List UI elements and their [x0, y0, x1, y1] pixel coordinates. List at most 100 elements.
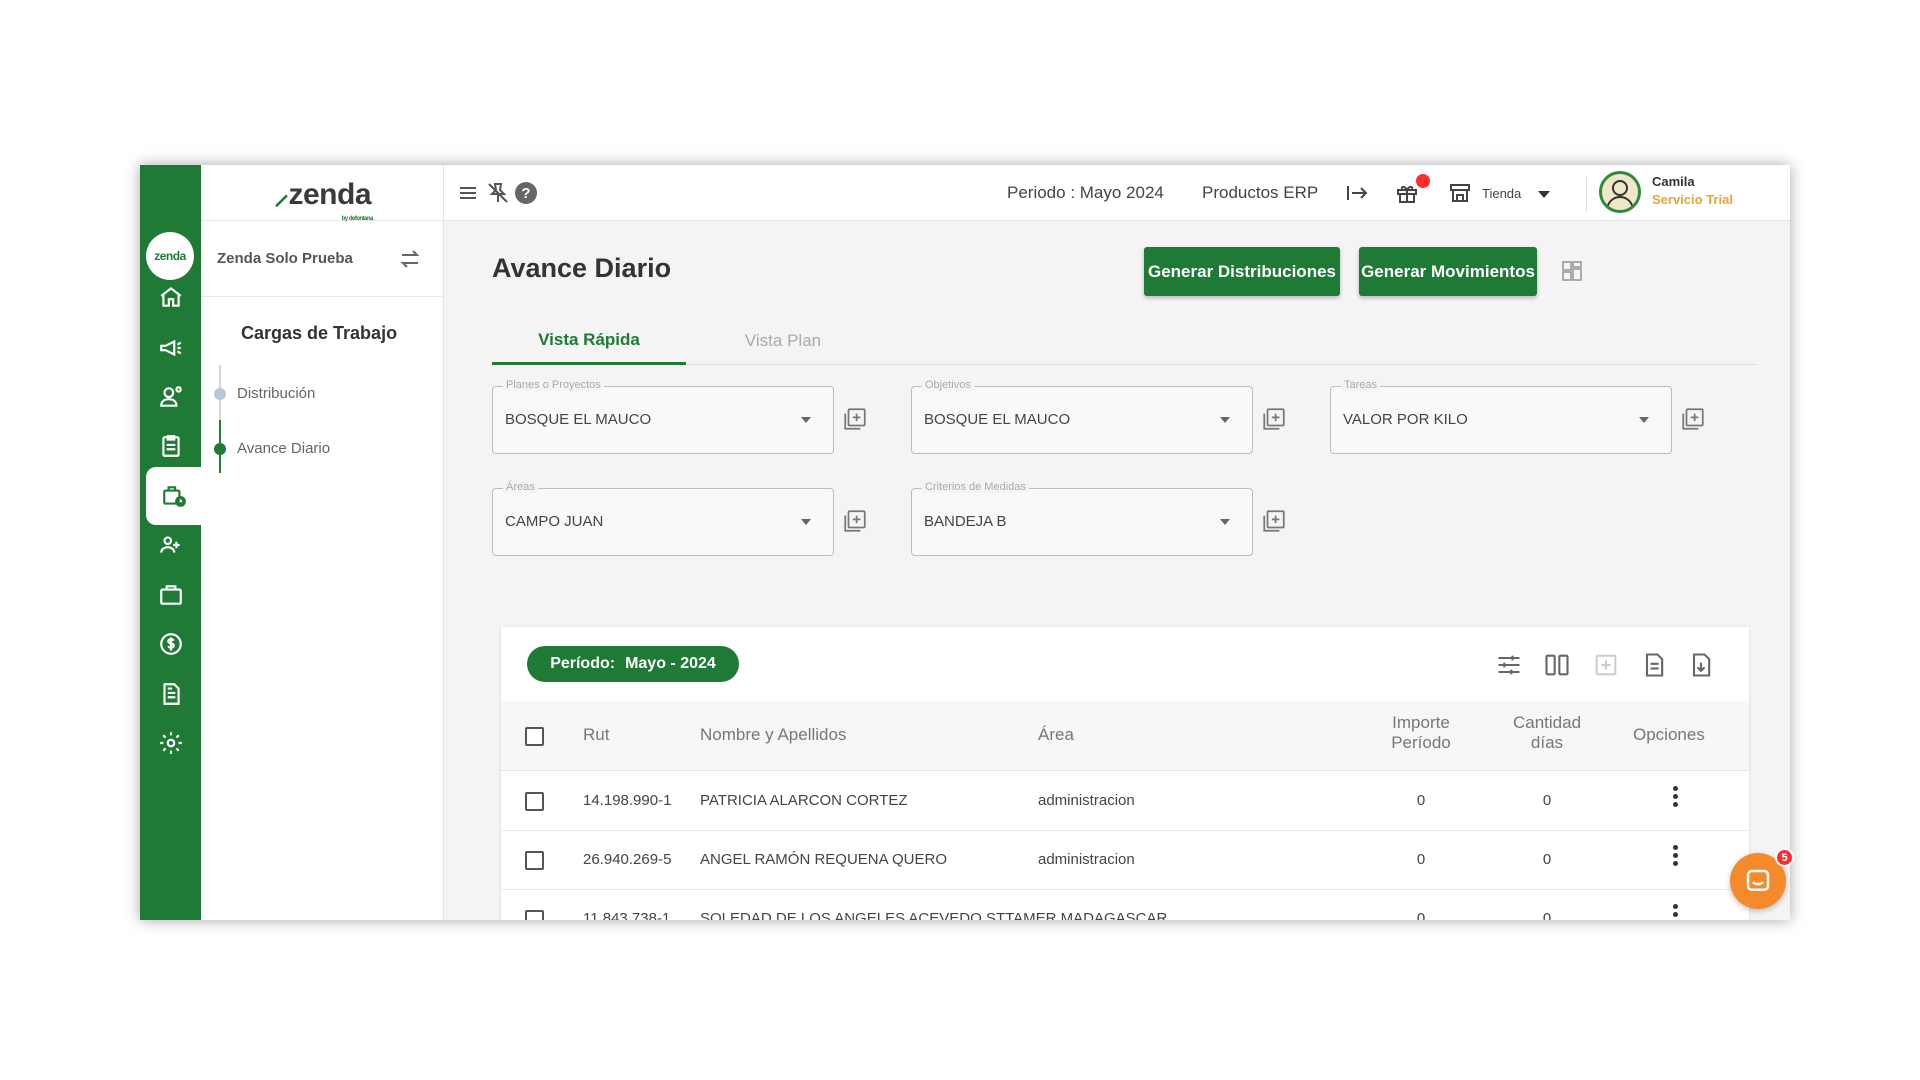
avatar[interactable]	[1599, 171, 1641, 213]
tab-vista-plan[interactable]: Vista Plan	[686, 317, 880, 365]
chevron-down-icon[interactable]	[1538, 191, 1550, 198]
dollar-icon[interactable]	[140, 620, 201, 668]
column-header-cantidad-line1: Cantidad	[1512, 713, 1582, 732]
column-header-cantidad[interactable]: Cantidad días	[1491, 713, 1603, 753]
objetivos-select[interactable]: Objetivos BOSQUE EL MAUCO	[911, 379, 1253, 454]
notification-dot	[1416, 174, 1430, 188]
field-value: CAMPO JUAN	[505, 513, 604, 530]
filter-sliders-icon[interactable]	[1495, 651, 1523, 679]
caret-down-icon	[1220, 417, 1230, 423]
areas-select[interactable]: Áreas CAMPO JUAN	[492, 481, 834, 556]
sidebar-item-distribucion[interactable]: Distribución	[237, 385, 315, 402]
cell-cantidad: 0	[1542, 851, 1552, 868]
add-row-icon[interactable]	[1592, 651, 1620, 679]
cell-area: administracion	[1038, 792, 1135, 809]
briefcase-icon[interactable]	[140, 571, 201, 619]
more-vertical-icon[interactable]	[1673, 786, 1679, 808]
column-header-importe[interactable]: Importe Período	[1365, 713, 1477, 753]
brand-name: zenda	[288, 178, 372, 211]
column-header-opciones: Opciones	[1633, 725, 1705, 744]
menu-icon[interactable]	[456, 181, 480, 205]
table-row[interactable]: 14.198.990-1 PATRICIA ALARCON CORTEZ adm…	[501, 772, 1749, 831]
column-header-rut[interactable]: Rut	[583, 725, 609, 745]
cell-rut: 26.940.269-5	[583, 851, 672, 868]
sidebar-item-avance-diario[interactable]: Avance Diario	[237, 440, 330, 457]
row-checkbox[interactable]	[525, 792, 544, 811]
unpin-icon[interactable]	[486, 181, 510, 205]
field-value: BANDEJA B	[924, 513, 1007, 530]
company-selector[interactable]: Zenda Solo Prueba	[201, 221, 444, 297]
column-header-importe-line1: Importe	[1392, 713, 1450, 732]
add-box-icon[interactable]	[842, 406, 868, 432]
section-title: Cargas de Trabajo	[241, 323, 398, 343]
tab-vista-rapida[interactable]: Vista Rápida	[492, 317, 686, 365]
cell-area: administracion	[1038, 851, 1135, 868]
productos-erp-link[interactable]: Productos ERP	[1202, 183, 1318, 203]
field-value: BOSQUE EL MAUCO	[924, 411, 1071, 428]
generar-movimientos-button[interactable]: Generar Movimientos	[1359, 247, 1537, 296]
tareas-select[interactable]: Tareas VALOR POR KILO	[1330, 379, 1672, 454]
field-value: BOSQUE EL MAUCO	[505, 411, 652, 428]
company-name: Zenda Solo Prueba	[217, 250, 353, 267]
gear-icon[interactable]	[140, 719, 201, 767]
row-checkbox[interactable]	[525, 910, 544, 920]
table-row[interactable]: 26.940.269-5 ANGEL RAMÓN REQUENA QUERO a…	[501, 831, 1749, 890]
column-header-area[interactable]: Área	[1038, 725, 1074, 745]
period-label: Periodo : Mayo 2024	[1007, 183, 1164, 202]
megaphone-icon[interactable]	[140, 324, 201, 372]
top-bar: ? Periodo : Mayo 2024 Productos ERP Tien…	[444, 165, 1790, 221]
side-panel: ⸝zenda by defontana Zenda Solo Prueba Ca…	[201, 165, 444, 920]
layout-grid-icon[interactable]	[1560, 259, 1584, 283]
add-box-icon[interactable]	[1680, 406, 1706, 432]
table-card: Período: Mayo - 2024 Rut Nombre y Apelli…	[501, 627, 1749, 920]
more-vertical-icon[interactable]	[1673, 845, 1679, 867]
period-badge: Período: Mayo - 2024	[527, 646, 739, 682]
briefcase-clock-icon[interactable]	[146, 467, 201, 525]
table-row[interactable]: 11.843.738-1 SOLEDAD DE LOS ANGELES ACEV…	[501, 890, 1749, 920]
cell-nombre: ANGEL RAMÓN REQUENA QUERO	[700, 851, 947, 868]
cell-nombre: PATRICIA ALARCON CORTEZ	[700, 792, 908, 809]
column-header-nombre[interactable]: Nombre y Apellidos	[700, 725, 846, 745]
user-gear-icon[interactable]	[140, 373, 201, 421]
store-label[interactable]: Tienda	[1482, 186, 1521, 201]
logout-icon[interactable]	[1345, 181, 1369, 205]
caret-down-icon	[1639, 417, 1649, 423]
select-all-checkbox[interactable]	[525, 727, 544, 746]
caret-down-icon	[1220, 519, 1230, 525]
field-label: Criterios de Medidas	[922, 481, 1029, 493]
cell-nombre: SOLEDAD DE LOS ANGELES ACEVEDO STTAMER M…	[700, 910, 1168, 920]
add-box-icon[interactable]	[842, 508, 868, 534]
more-vertical-icon[interactable]	[1673, 904, 1679, 920]
icon-rail: zenda	[140, 165, 201, 920]
cell-cantidad: 0	[1542, 792, 1552, 809]
tree-dot	[214, 388, 226, 400]
users-icon[interactable]	[140, 521, 201, 569]
document-icon[interactable]	[1640, 651, 1668, 679]
brand-logo[interactable]: ⸝zenda by defontana	[201, 165, 444, 222]
field-value: VALOR POR KILO	[1343, 411, 1468, 428]
home-icon[interactable]	[140, 273, 201, 321]
swap-icon[interactable]	[398, 247, 422, 271]
row-checkbox[interactable]	[525, 851, 544, 870]
generar-distribuciones-button[interactable]: Generar Distribuciones	[1144, 247, 1340, 296]
store-icon[interactable]	[1448, 181, 1472, 205]
columns-icon[interactable]	[1543, 651, 1571, 679]
criterios-select[interactable]: Criterios de Medidas BANDEJA B	[911, 481, 1253, 556]
clipboard-icon[interactable]	[140, 422, 201, 470]
column-header-cantidad-line2: días	[1530, 733, 1564, 752]
user-plan: Servicio Trial	[1652, 192, 1733, 207]
help-icon[interactable]: ?	[514, 181, 538, 205]
planes-select[interactable]: Planes o Proyectos BOSQUE EL MAUCO	[492, 379, 834, 454]
cell-rut: 14.198.990-1	[583, 792, 672, 809]
user-name[interactable]: Camila	[1652, 174, 1695, 189]
document-icon[interactable]	[140, 670, 201, 718]
add-box-icon[interactable]	[1261, 508, 1287, 534]
cell-rut: 11.843.738-1	[583, 910, 671, 920]
add-box-icon[interactable]	[1261, 406, 1287, 432]
svg-text:?: ?	[521, 185, 530, 202]
field-label: Planes o Proyectos	[503, 379, 604, 391]
chat-icon	[1746, 869, 1770, 891]
main-content: Avance Diario Generar Distribuciones Gen…	[444, 221, 1790, 920]
gift-icon[interactable]	[1395, 181, 1419, 205]
file-export-icon[interactable]	[1687, 651, 1715, 679]
